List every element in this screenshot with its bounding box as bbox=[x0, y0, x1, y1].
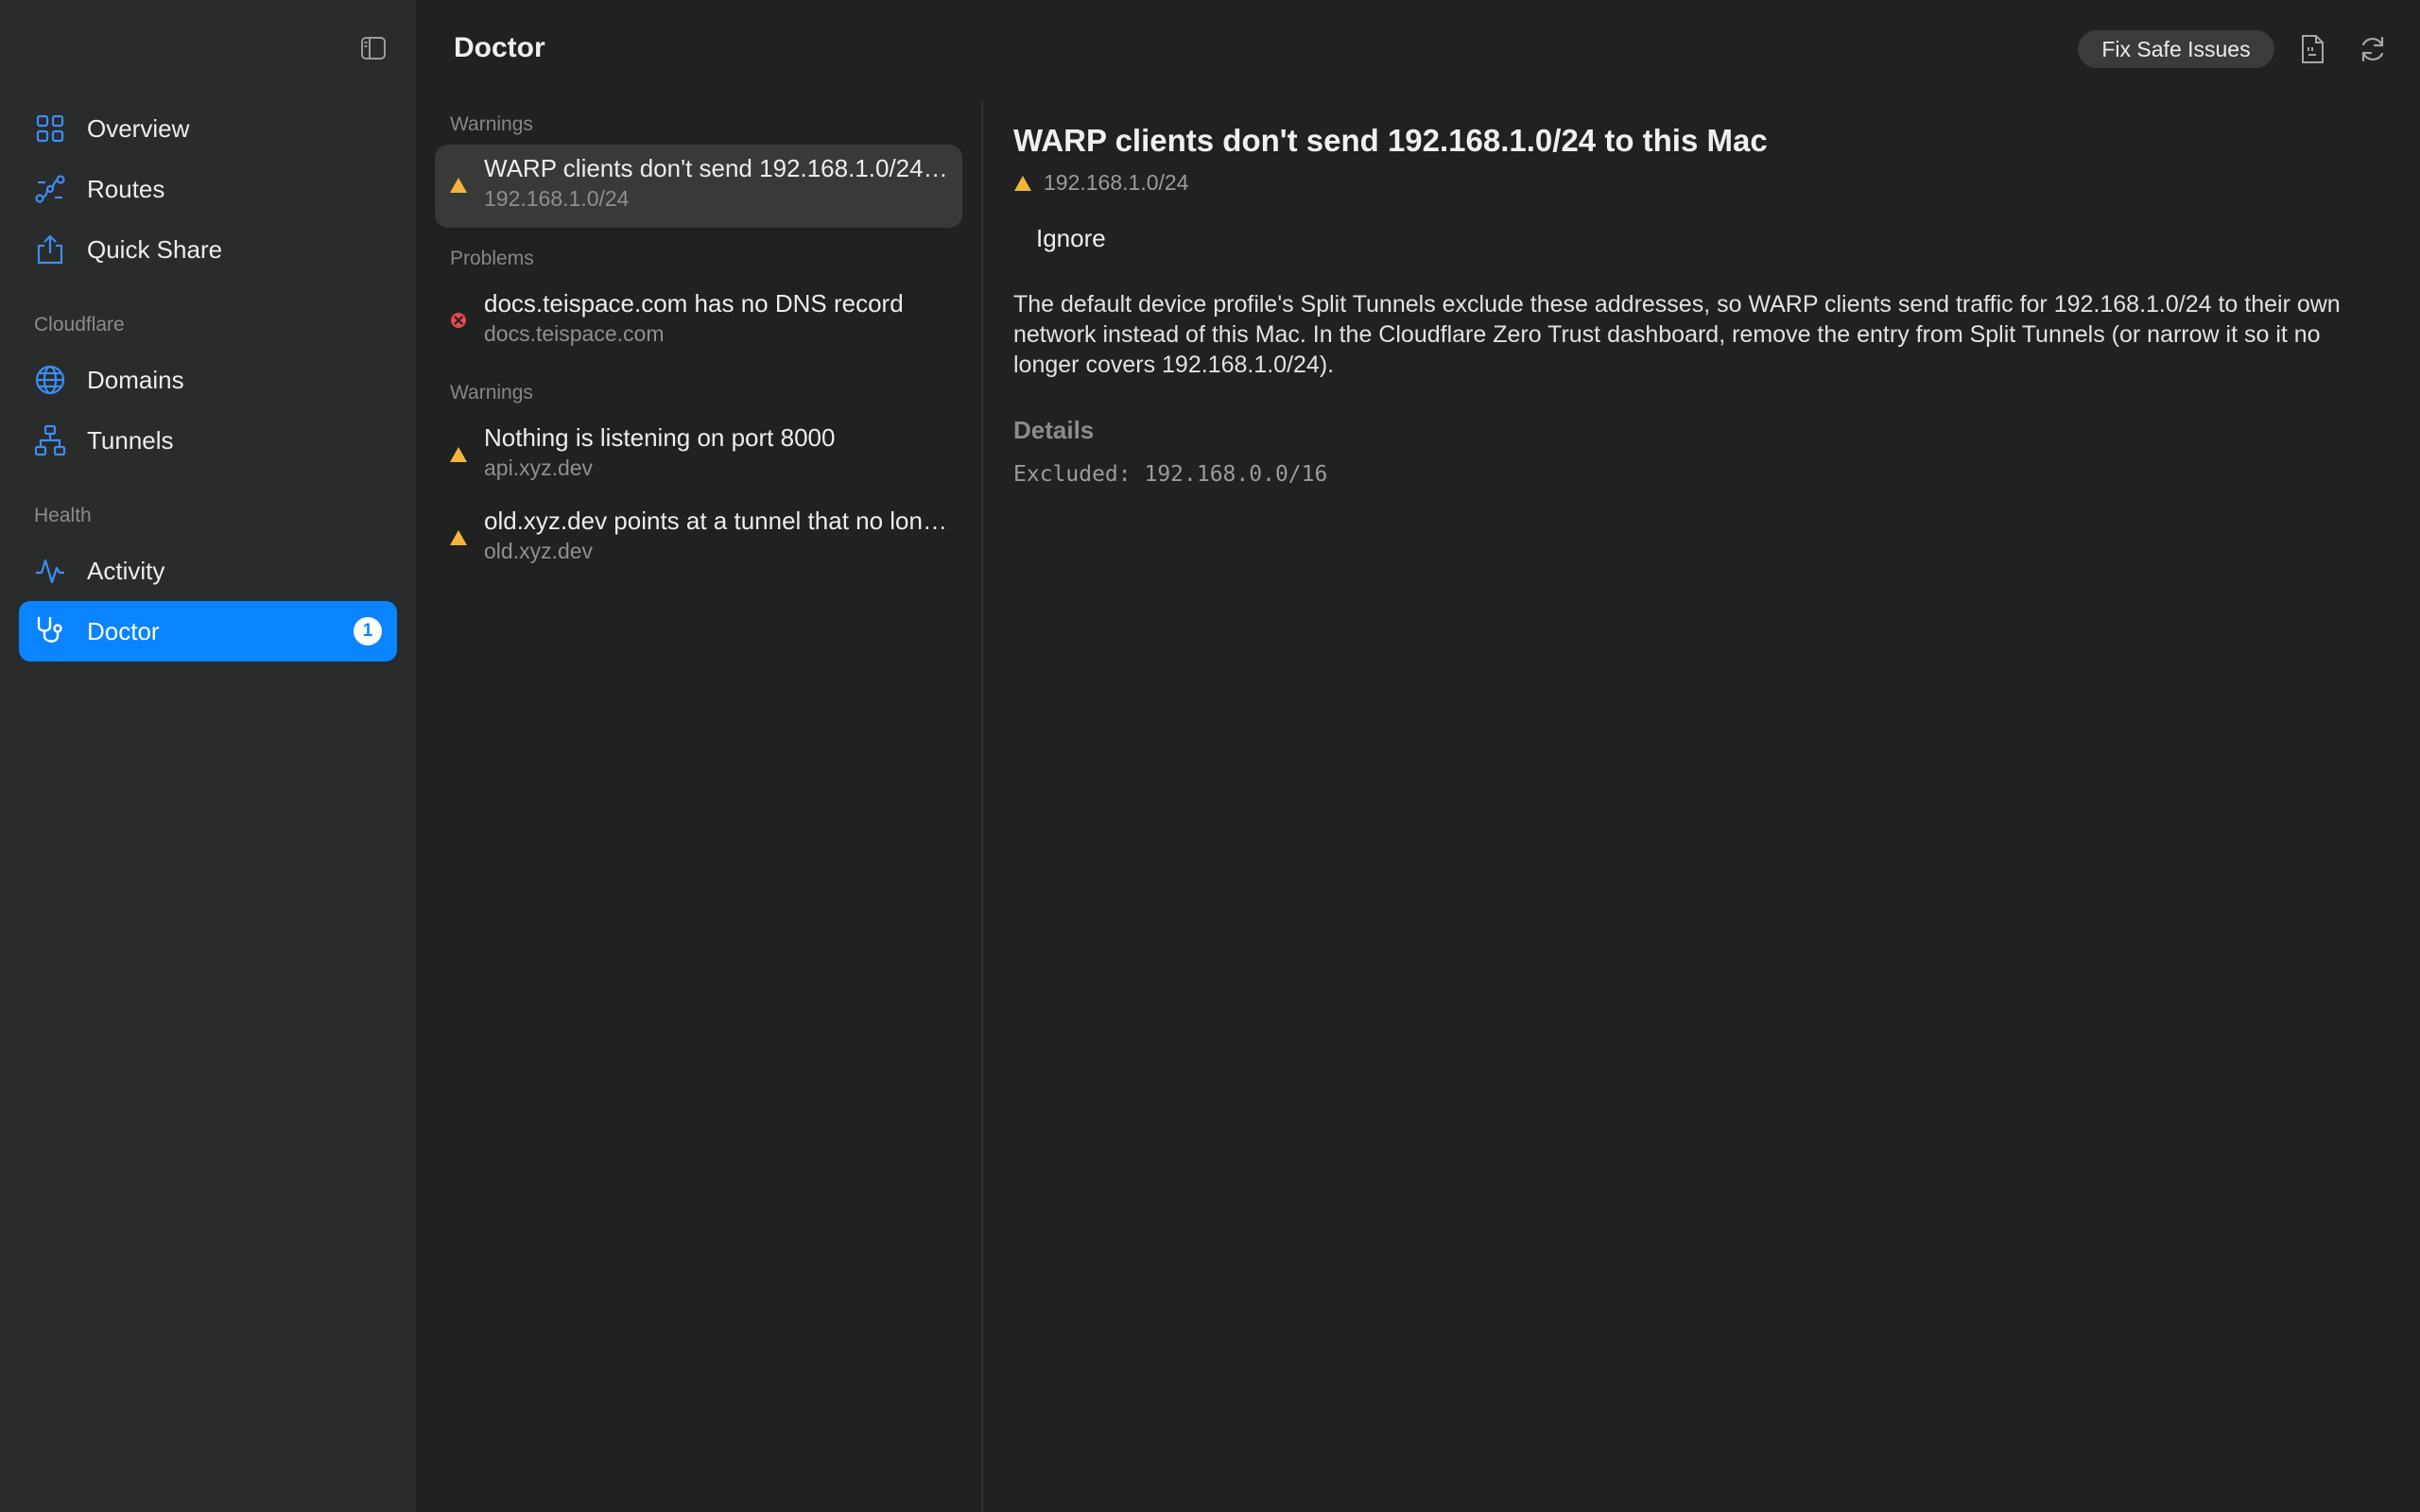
details-text: Excluded: 192.168.0.0/16 bbox=[1013, 462, 1328, 487]
export-report-icon[interactable] bbox=[2295, 32, 2329, 66]
issue-subtitle: 192.168.1.0/24 bbox=[484, 186, 630, 211]
pane-divider[interactable] bbox=[981, 100, 983, 1512]
issue-subtitle: api.xyz.dev bbox=[484, 455, 594, 480]
issue-row[interactable]: docs.teispace.com has no DNS record docs… bbox=[435, 280, 962, 363]
page-title: Doctor bbox=[454, 32, 545, 63]
activity-icon bbox=[34, 555, 66, 587]
issue-row[interactable]: Nothing is listening on port 8000 api.xy… bbox=[435, 414, 962, 497]
detail-title: WARP clients don't send 192.168.1.0/24 t… bbox=[1013, 123, 1768, 158]
error-icon bbox=[448, 310, 469, 331]
ignore-button[interactable]: Ignore bbox=[1036, 224, 2375, 253]
sidebar-toggle-icon[interactable] bbox=[357, 34, 389, 62]
routes-icon bbox=[34, 173, 66, 205]
detail-subtitle-text: 192.168.1.0/24 bbox=[1044, 170, 1189, 195]
sidebar-item-domains[interactable]: Domains bbox=[19, 350, 397, 410]
count-badge: 1 bbox=[354, 617, 382, 645]
issue-row[interactable]: WARP clients don't send 192.168.1.0/24 t… bbox=[435, 145, 962, 228]
detail-description: The default device profile's Split Tunne… bbox=[1013, 291, 2341, 378]
warning-icon bbox=[448, 175, 469, 196]
detail-subtitle: 192.168.1.0/24 bbox=[1013, 170, 2375, 196]
sidebar-item-label: Domains bbox=[87, 365, 184, 394]
sidebar-item-tunnels[interactable]: Tunnels bbox=[19, 410, 397, 471]
stethoscope-icon bbox=[34, 615, 66, 647]
sidebar-item-overview[interactable]: Overview bbox=[19, 98, 397, 159]
issue-row[interactable]: old.xyz.dev points at a tunnel that no l… bbox=[435, 497, 962, 580]
issue-title: old.xyz.dev points at a tunnel that no l… bbox=[484, 507, 951, 535]
sidebar-item-label: Doctor bbox=[87, 616, 160, 645]
warning-icon bbox=[448, 444, 469, 465]
issue-title: Nothing is listening on port 8000 bbox=[484, 423, 836, 452]
share-icon bbox=[34, 233, 66, 266]
refresh-icon[interactable] bbox=[2356, 32, 2390, 66]
detail-pane: WARP clients don't send 192.168.1.0/24 t… bbox=[1013, 123, 2375, 487]
warning-icon bbox=[1013, 175, 1032, 192]
section-header-cloudflare: Cloudflare bbox=[34, 314, 125, 335]
sidebar-item-doctor[interactable]: Doctor 1 bbox=[19, 601, 397, 662]
warning-icon bbox=[448, 527, 469, 548]
sidebar-item-label: Overview bbox=[87, 113, 190, 143]
sidebar-item-label: Tunnels bbox=[87, 425, 174, 455]
issue-title: docs.teispace.com has no DNS record bbox=[484, 289, 904, 318]
sidebar-item-quick-share[interactable]: Quick Share bbox=[19, 219, 397, 280]
list-section-warnings: Warnings bbox=[450, 113, 533, 135]
issue-title: WARP clients don't send 192.168.1.0/24 t… bbox=[484, 154, 951, 182]
network-icon bbox=[34, 424, 66, 456]
fix-safe-issues-button[interactable]: Fix Safe Issues bbox=[2078, 30, 2274, 68]
sidebar-item-label: Activity bbox=[87, 556, 165, 585]
details-header: Details bbox=[1013, 416, 1095, 444]
issue-subtitle: old.xyz.dev bbox=[484, 539, 594, 563]
sidebar-item-routes[interactable]: Routes bbox=[19, 159, 397, 219]
sidebar-item-label: Quick Share bbox=[87, 234, 223, 264]
sidebar-item-label: Routes bbox=[87, 174, 165, 203]
list-section-problems: Problems bbox=[450, 248, 534, 269]
sidebar-item-activity[interactable]: Activity bbox=[19, 541, 397, 601]
sidebar: Overview Routes Quick Share Cloudflare D… bbox=[0, 0, 416, 1512]
globe-icon bbox=[34, 364, 66, 396]
list-section-warnings: Warnings bbox=[450, 382, 533, 404]
grid-icon bbox=[34, 112, 66, 145]
section-header-health: Health bbox=[34, 505, 92, 526]
app-window: Overview Routes Quick Share Cloudflare D… bbox=[0, 0, 2420, 1512]
issue-subtitle: docs.teispace.com bbox=[484, 321, 665, 346]
